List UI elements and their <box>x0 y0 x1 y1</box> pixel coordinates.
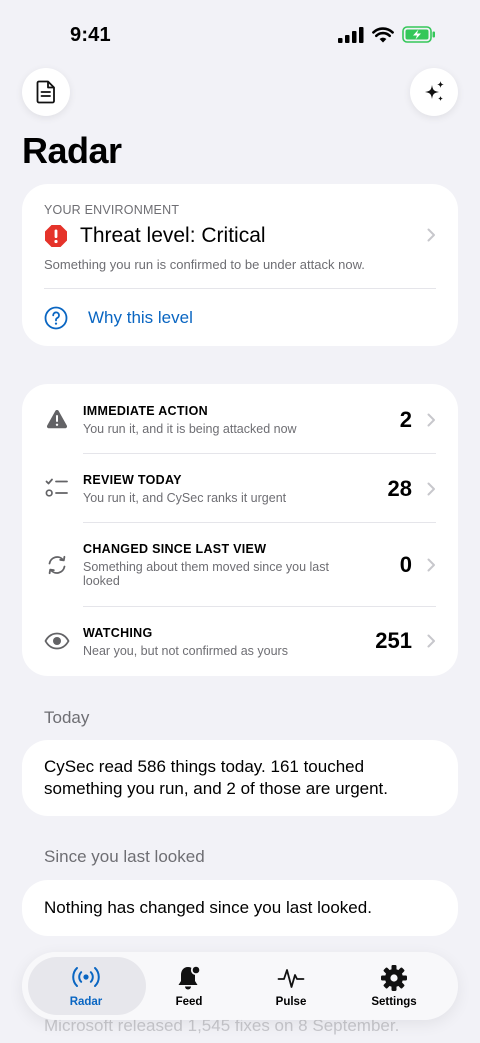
status-icons <box>338 26 436 43</box>
since-heading: Since you last looked <box>44 847 205 866</box>
row-count: 0 <box>399 552 412 577</box>
bell-icon <box>178 964 202 990</box>
why-this-level-link[interactable]: Why this level <box>44 306 193 330</box>
row-title: REVIEW TODAY <box>83 473 182 487</box>
row-title: CHANGED SINCE LAST VIEW <box>83 542 267 556</box>
today-heading: Today <box>44 708 90 727</box>
status-time: 9:41 <box>70 24 111 46</box>
tab-pulse[interactable]: Pulse <box>239 952 343 1020</box>
row-subtitle: You run it, and it is being attacked now <box>83 422 297 436</box>
tab-radar[interactable]: Radar <box>34 952 138 1020</box>
tab-bar: Radar Feed Pulse Settings <box>22 952 458 1020</box>
tab-label: Settings <box>371 996 417 1008</box>
cellular-signal-icon <box>338 26 364 43</box>
threat-level-subtitle: Something you run is confirmed to be und… <box>44 257 365 272</box>
gear-icon <box>381 965 407 991</box>
list-item-review-today[interactable]: REVIEW TODAY You run it, and CySec ranks… <box>22 453 458 522</box>
today-summary-text: CySec read 586 things today. 161 touched… <box>44 757 389 798</box>
environment-card[interactable]: YOUR ENVIRONMENT Threat level: Critical … <box>22 184 458 346</box>
list-item-immediate-action[interactable]: IMMEDIATE ACTION You run it, and it is b… <box>22 384 458 453</box>
alert-octagon-icon <box>45 225 67 247</box>
tab-label: Pulse <box>275 996 307 1008</box>
refresh-icon <box>44 552 70 578</box>
chevron-right-icon <box>427 482 435 496</box>
wifi-icon <box>372 26 394 42</box>
today-summary-card: CySec read 586 things today. 161 touched… <box>22 740 458 816</box>
categories-card: IMMEDIATE ACTION You run it, and it is b… <box>22 384 458 676</box>
list-item-watching[interactable]: WATCHING Near you, but not confirmed as … <box>22 606 458 676</box>
row-title: WATCHING <box>83 626 153 640</box>
threat-level-title: Threat level: Critical <box>80 224 266 247</box>
row-subtitle: Near you, but not confirmed as yours <box>83 644 288 658</box>
ai-assistant-button[interactable] <box>410 68 458 116</box>
chevron-right-icon <box>427 634 435 648</box>
divider <box>44 288 436 289</box>
chevron-right-icon <box>427 558 435 572</box>
row-subtitle: Something about them moved since you las… <box>83 560 329 588</box>
document-button[interactable] <box>22 68 70 116</box>
tab-label: Radar <box>69 996 103 1008</box>
since-summary-card: Nothing has changed since you last looke… <box>22 880 458 936</box>
row-count: 28 <box>387 476 412 501</box>
row-subtitle: You run it, and CySec ranks it urgent <box>83 491 287 505</box>
checklist-icon <box>44 475 70 501</box>
status-bar: 9:41 <box>0 0 480 70</box>
tab-feed[interactable]: Feed <box>137 952 241 1020</box>
row-count: 251 <box>375 628 412 653</box>
battery-charging-icon <box>402 26 435 43</box>
environment-eyebrow: YOUR ENVIRONMENT <box>44 203 180 217</box>
document-icon <box>36 80 55 104</box>
radar-icon <box>72 967 100 987</box>
pulse-icon <box>277 969 305 988</box>
question-circle-icon <box>44 306 68 330</box>
chevron-right-icon <box>427 228 435 242</box>
row-count: 2 <box>399 407 412 432</box>
list-item-changed-since-last-view[interactable]: CHANGED SINCE LAST VIEW Something about … <box>22 522 458 606</box>
row-title: IMMEDIATE ACTION <box>83 404 208 418</box>
eye-icon <box>44 628 70 654</box>
warning-icon <box>44 406 70 432</box>
sparkles-icon <box>425 81 444 101</box>
tab-label: Feed <box>175 996 203 1008</box>
chevron-right-icon <box>427 413 435 427</box>
tab-settings[interactable]: Settings <box>342 952 446 1020</box>
why-this-level-label: Why this level <box>88 308 193 327</box>
page-title: Radar <box>22 130 122 171</box>
since-summary-text: Nothing has changed since you last looke… <box>44 898 372 917</box>
